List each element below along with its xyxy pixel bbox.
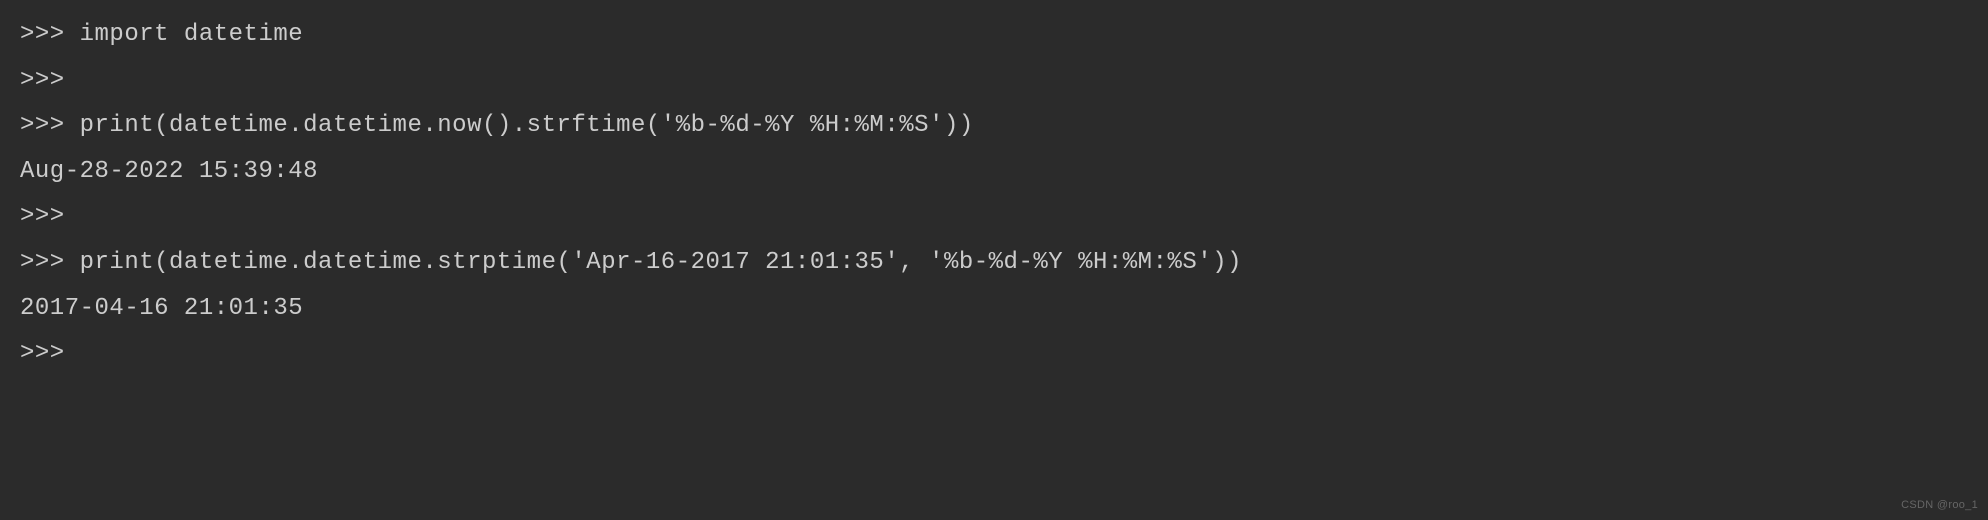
terminal-line: >>>: [20, 331, 1968, 377]
terminal-output: >>> import datetime >>> >>> print(dateti…: [20, 12, 1968, 377]
terminal-line: >>>: [20, 58, 1968, 104]
terminal-line: >>> import datetime: [20, 12, 1968, 58]
terminal-line: >>> print(datetime.datetime.now().strfti…: [20, 103, 1968, 149]
terminal-line: Aug-28-2022 15:39:48: [20, 149, 1968, 195]
watermark-text: CSDN @roo_1: [1901, 495, 1978, 516]
terminal-line: 2017-04-16 21:01:35: [20, 286, 1968, 332]
terminal-line: >>> print(datetime.datetime.strptime('Ap…: [20, 240, 1968, 286]
terminal-line: >>>: [20, 194, 1968, 240]
